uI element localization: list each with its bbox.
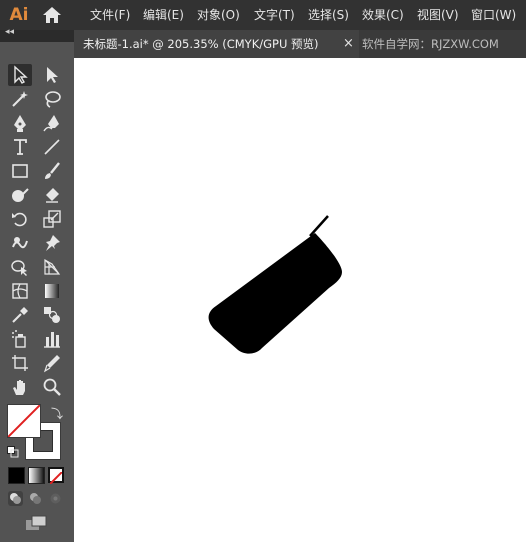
slice-tool-icon[interactable] (40, 352, 64, 374)
mesh-tool-icon[interactable] (8, 280, 32, 302)
tools-panel: ⤵ (0, 42, 74, 542)
gradient-tool-icon[interactable] (40, 280, 64, 302)
artwork-black-shape[interactable] (208, 233, 342, 354)
artwork-top-line[interactable] (309, 215, 329, 237)
app-logo: Ai (9, 5, 29, 25)
hand-tool-icon[interactable] (8, 376, 32, 398)
menu-edit[interactable]: 编辑(E) (143, 0, 184, 30)
menu-type[interactable]: 文字(T) (254, 0, 295, 30)
menu-select[interactable]: 选择(S) (308, 0, 349, 30)
selection-tool-icon[interactable] (8, 64, 32, 86)
gradient-mode-button[interactable] (28, 467, 45, 484)
menu-object[interactable]: 对象(O) (197, 0, 240, 30)
line-segment-tool-icon[interactable] (40, 136, 64, 158)
artboard-canvas[interactable] (74, 58, 526, 542)
draw-behind-icon (30, 493, 41, 504)
watermark-text: 软件自学网：RJZXW.COM (362, 37, 499, 51)
menu-window[interactable]: 窗口(W) (471, 0, 516, 30)
fill-swatch[interactable] (7, 404, 41, 438)
menu-bar: Ai 文件(F) 编辑(E) 对象(O) 文字(T) 选择(S) 效果(C) 视… (0, 0, 526, 30)
rotate-tool-icon[interactable] (8, 208, 32, 230)
eyedropper-tool-icon[interactable] (8, 304, 32, 326)
menu-view[interactable]: 视图(V) (417, 0, 459, 30)
shape-builder-tool-icon[interactable] (8, 256, 32, 278)
default-fill-stroke-icon[interactable] (7, 446, 19, 458)
document-tab-bar: 未标题-1.ai* @ 205.35% (CMYK/GPU 预览) × 软件自学… (74, 30, 526, 58)
none-mode-button[interactable] (48, 467, 64, 485)
warp-tool-icon[interactable] (8, 232, 32, 254)
close-icon[interactable]: × (343, 30, 354, 58)
menu-file[interactable]: 文件(F) (90, 0, 130, 30)
document-tab-label: 未标题-1.ai* @ 205.35% (CMYK/GPU 预览) (83, 37, 319, 51)
type-tool-icon[interactable] (8, 136, 32, 158)
artwork (208, 215, 342, 354)
curvature-tool-icon[interactable] (40, 112, 64, 134)
screen-mode-icon[interactable] (25, 515, 47, 531)
draw-normal-icon (10, 493, 21, 504)
lasso-tool-icon[interactable] (40, 88, 64, 110)
draw-behind-button[interactable] (28, 491, 43, 506)
perspective-grid-tool-icon[interactable] (40, 256, 64, 278)
scale-tool-icon[interactable] (40, 208, 64, 230)
puppet-warp-tool-icon[interactable] (40, 232, 64, 254)
eraser-tool-icon[interactable] (40, 184, 64, 206)
toolbar-header: ◂◂ (0, 27, 74, 42)
draw-inside-icon (50, 493, 61, 504)
direct-selection-tool-icon[interactable] (40, 64, 64, 86)
home-icon[interactable] (42, 6, 62, 24)
magic-wand-tool-icon[interactable] (8, 88, 32, 110)
swap-fill-stroke-icon[interactable]: ⤵ (51, 405, 63, 422)
symbol-sprayer-tool-icon[interactable] (8, 328, 32, 350)
blend-tool-icon[interactable] (40, 304, 64, 326)
artboard-tool-icon[interactable] (8, 352, 32, 374)
column-graph-tool-icon[interactable] (40, 328, 64, 350)
draw-normal-button[interactable] (8, 491, 23, 506)
shaper-tool-icon[interactable] (8, 184, 32, 206)
collapse-icon[interactable]: ◂◂ (5, 27, 14, 37)
draw-inside-button[interactable] (48, 491, 63, 506)
none-icon (49, 471, 63, 485)
paintbrush-tool-icon[interactable] (40, 160, 64, 182)
none-fill-icon (7, 404, 41, 438)
pen-tool-icon[interactable] (8, 112, 32, 134)
menu-effect[interactable]: 效果(C) (362, 0, 404, 30)
document-tab[interactable]: 未标题-1.ai* @ 205.35% (CMYK/GPU 预览) × (74, 30, 359, 58)
zoom-tool-icon[interactable] (40, 376, 64, 398)
color-mode-button[interactable] (8, 467, 25, 484)
rectangle-tool-icon[interactable] (8, 160, 32, 182)
